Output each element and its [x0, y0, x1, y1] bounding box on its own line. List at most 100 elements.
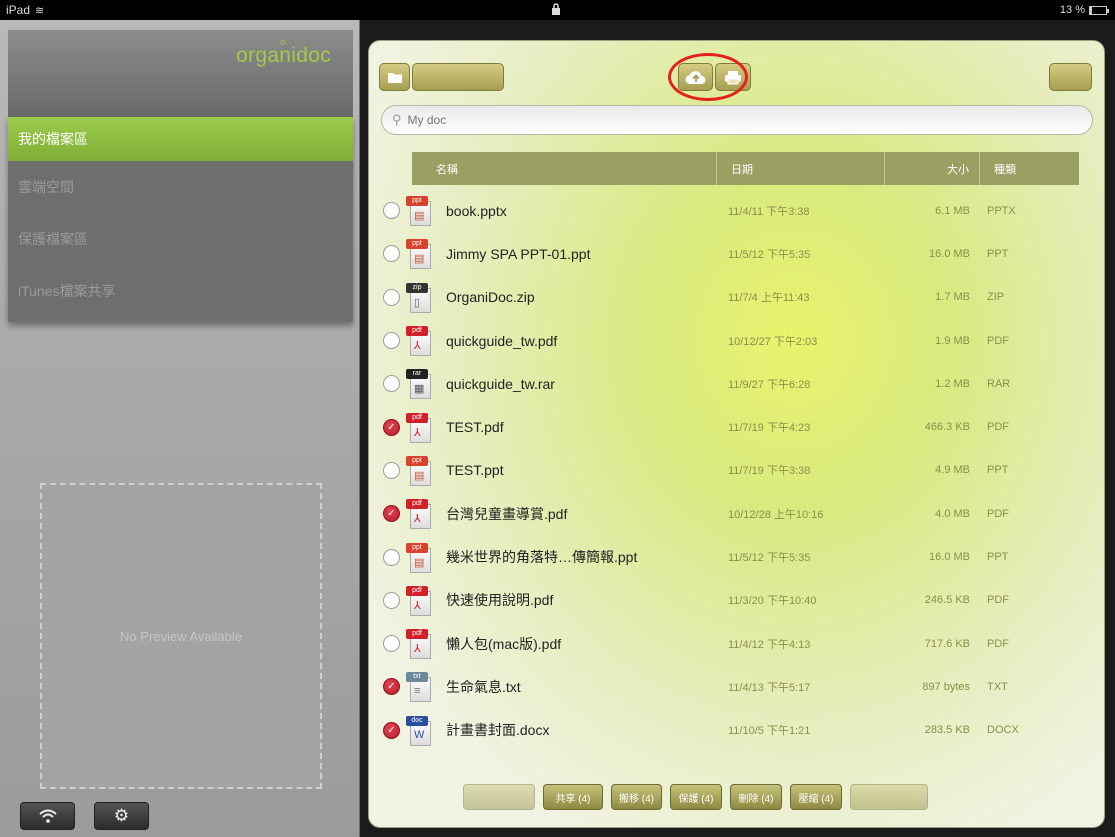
- column-header-label: 名稱: [436, 163, 458, 176]
- action-button[interactable]: 保護 (4): [670, 784, 722, 810]
- file-date: 10/12/28 上午10:16: [728, 508, 824, 521]
- action-bar: 共享 (4) 搬移 (4) 保護 (4) 刪除 (4) 壓縮 (4): [463, 784, 928, 810]
- select-radio[interactable]: [383, 591, 400, 609]
- file-row[interactable]: ✓ pdf ⅄ TEST.pdf 11/7/19 下午4:23 466.3 KB PDF: [369, 405, 1104, 448]
- file-date: 11/4/11 下午3:38: [728, 205, 810, 218]
- selected-checkmark-icon[interactable]: ✓: [383, 418, 400, 436]
- file-rar-icon: rar ▦: [406, 367, 434, 400]
- edit-button[interactable]: [412, 63, 504, 91]
- file-ppt-icon: ppt ▤: [406, 194, 434, 227]
- action-button-label: 搬移 (4): [619, 793, 654, 805]
- selected-checkmark-icon[interactable]: ✓: [383, 505, 400, 523]
- action-button[interactable]: 壓縮 (4): [790, 784, 842, 810]
- file-name: OrganiDoc.zip: [446, 289, 535, 306]
- sidebar-item-my-files[interactable]: 我的檔案區: [8, 117, 353, 161]
- status-bar: iPad ≋ 13 %: [0, 0, 1115, 20]
- file-size: 1.9 MB: [935, 334, 970, 347]
- file-row[interactable]: pdf ⅄ 懶人包(mac版).pdf 11/4/12 下午4:13 717.6 KB P…: [369, 622, 1104, 665]
- action-button[interactable]: [850, 784, 928, 810]
- column-header-label: 大小: [947, 163, 969, 176]
- app-logo: o organidoc: [236, 37, 331, 68]
- sidebar-nav: 我的檔案區 雲端空間 保護檔案區 iTunes檔案共享: [8, 117, 353, 322]
- file-type: PDF: [987, 637, 1009, 650]
- select-radio[interactable]: [383, 375, 400, 393]
- search-bar[interactable]: ⚲: [381, 105, 1093, 135]
- file-ppt-icon: ppt ▤: [406, 237, 434, 270]
- pdf-tag: pdf: [406, 585, 428, 596]
- select-radio[interactable]: [383, 635, 400, 653]
- file-date: 11/5/12 下午5:35: [728, 552, 811, 565]
- file-row[interactable]: ✓ doc W 計畫書封面.docx 11/10/5 下午1:21 283.5 KB DOC…: [369, 709, 1104, 752]
- column-header-type[interactable]: 種類: [980, 152, 1079, 185]
- select-radio[interactable]: [383, 332, 400, 350]
- file-row[interactable]: rar ▦ quickguide_tw.rar 11/9/27 下午6:28 1.2 M…: [369, 362, 1104, 405]
- sidebar-item-itunes-sharing[interactable]: iTunes檔案共享: [8, 265, 353, 317]
- file-size: 1.7 MB: [935, 291, 970, 304]
- file-row[interactable]: ppt ▤ Jimmy SPA PPT-01.ppt 11/5/12 下午5:35 16…: [369, 232, 1104, 275]
- selected-checkmark-icon[interactable]: ✓: [383, 721, 400, 739]
- file-name: TEST.ppt: [446, 462, 504, 479]
- pdf-tag: pdf: [406, 499, 428, 510]
- search-input[interactable]: [407, 113, 1008, 127]
- file-type: PPT: [987, 247, 1009, 260]
- column-header-name[interactable]: 名稱: [412, 152, 717, 185]
- action-button[interactable]: 共享 (4): [543, 784, 603, 810]
- select-radio[interactable]: [383, 548, 400, 566]
- brand-bar: o organidoc: [8, 30, 353, 117]
- file-row[interactable]: zip ▯ OrganiDoc.zip 11/7/4 上午11:43 1.7 MB ZIP: [369, 276, 1104, 319]
- file-size: 717.6 KB: [924, 637, 970, 650]
- file-size: 466.3 KB: [924, 421, 970, 434]
- pdf-tag: pdf: [406, 326, 428, 337]
- file-size: 1.2 MB: [935, 377, 970, 390]
- sidebar-item-protected[interactable]: 保護檔案區: [8, 213, 353, 265]
- file-doc-icon: doc W: [406, 714, 434, 747]
- file-row[interactable]: pdf ⅄ 快速使用說明.pdf 11/3/20 下午10:40 246.5 KB PDF: [369, 579, 1104, 622]
- file-row[interactable]: pdf ⅄ quickguide_tw.pdf 10/12/27 下午2:03 1.9 …: [369, 319, 1104, 362]
- file-date: 11/5/12 下午5:35: [728, 248, 811, 261]
- file-row[interactable]: ppt ▤ book.pptx 11/4/11 下午3:38 6.1 MB PPTX: [369, 189, 1104, 232]
- file-list: ppt ▤ book.pptx 11/4/11 下午3:38 6.1 MB PPTX ppt…: [369, 189, 1104, 752]
- select-radio[interactable]: [383, 288, 400, 306]
- settings-button[interactable]: ⚙: [94, 802, 149, 830]
- action-button[interactable]: [463, 784, 535, 810]
- action-button[interactable]: 刪除 (4): [730, 784, 782, 810]
- file-name: 台灣兒童畫導賞.pdf: [446, 505, 568, 522]
- ppt-tag: ppt: [406, 455, 428, 466]
- file-name: 計畫書封面.docx: [446, 722, 550, 739]
- select-radio[interactable]: [383, 202, 400, 220]
- status-left: iPad ≋: [6, 3, 44, 17]
- file-name: TEST.pdf: [446, 419, 504, 436]
- file-row[interactable]: ppt ▤ 幾米世界的角落特…傳簡報.ppt 11/5/12 下午5:35 16.0 M…: [369, 535, 1104, 578]
- wifi-button[interactable]: [20, 802, 75, 830]
- file-type: PPT: [987, 464, 1009, 477]
- file-row[interactable]: ✓ pdf ⅄ 台灣兒童畫導賞.pdf 10/12/28 上午10:16 4.0 MB PD…: [369, 492, 1104, 535]
- column-header-size[interactable]: 大小: [885, 152, 980, 185]
- file-date: 11/4/13 下午5:17: [728, 681, 811, 694]
- file-date: 11/9/27 下午6:28: [728, 378, 811, 391]
- lock-icon: [551, 3, 561, 19]
- selected-checkmark-icon[interactable]: ✓: [383, 678, 400, 696]
- zip-tag: zip: [406, 282, 428, 293]
- gear-icon: ⚙: [113, 806, 130, 825]
- sidebar-item-label: 保護檔案區: [18, 231, 88, 247]
- file-row[interactable]: ppt ▤ TEST.ppt 11/7/19 下午3:38 4.9 MB PPT: [369, 449, 1104, 492]
- ppt-tag: ppt: [406, 239, 428, 250]
- file-pdf-icon: pdf ⅄: [406, 497, 434, 530]
- file-name: 幾米世界的角落特…傳簡報.ppt: [446, 549, 638, 566]
- file-pdf-icon: pdf ⅄: [406, 411, 434, 444]
- file-date: 11/3/20 下午10:40: [728, 595, 817, 608]
- file-browser-panel: ⚲ 名稱 日期 大小 種類 ppt▤ book.pptx 11/4/11 下午3:3…: [368, 40, 1105, 828]
- wifi-icon: ≋: [35, 4, 45, 17]
- select-radio[interactable]: [383, 245, 400, 263]
- file-date: 11/7/19 下午4:23: [728, 422, 811, 435]
- file-row[interactable]: ✓ txt ≡ 生命氣息.txt 11/4/13 下午5:17 897 bytes TXT: [369, 665, 1104, 708]
- action-button[interactable]: 搬移 (4): [611, 784, 662, 810]
- file-type: RAR: [987, 377, 1011, 390]
- rar-tag: rar: [406, 369, 428, 380]
- sidebar-item-cloud[interactable]: 雲端空間: [8, 161, 353, 213]
- battery-icon: [1089, 5, 1109, 15]
- select-radio[interactable]: [383, 461, 400, 479]
- column-header-date[interactable]: 日期: [717, 152, 885, 185]
- new-folder-button[interactable]: [379, 63, 410, 91]
- done-button[interactable]: [1049, 63, 1092, 91]
